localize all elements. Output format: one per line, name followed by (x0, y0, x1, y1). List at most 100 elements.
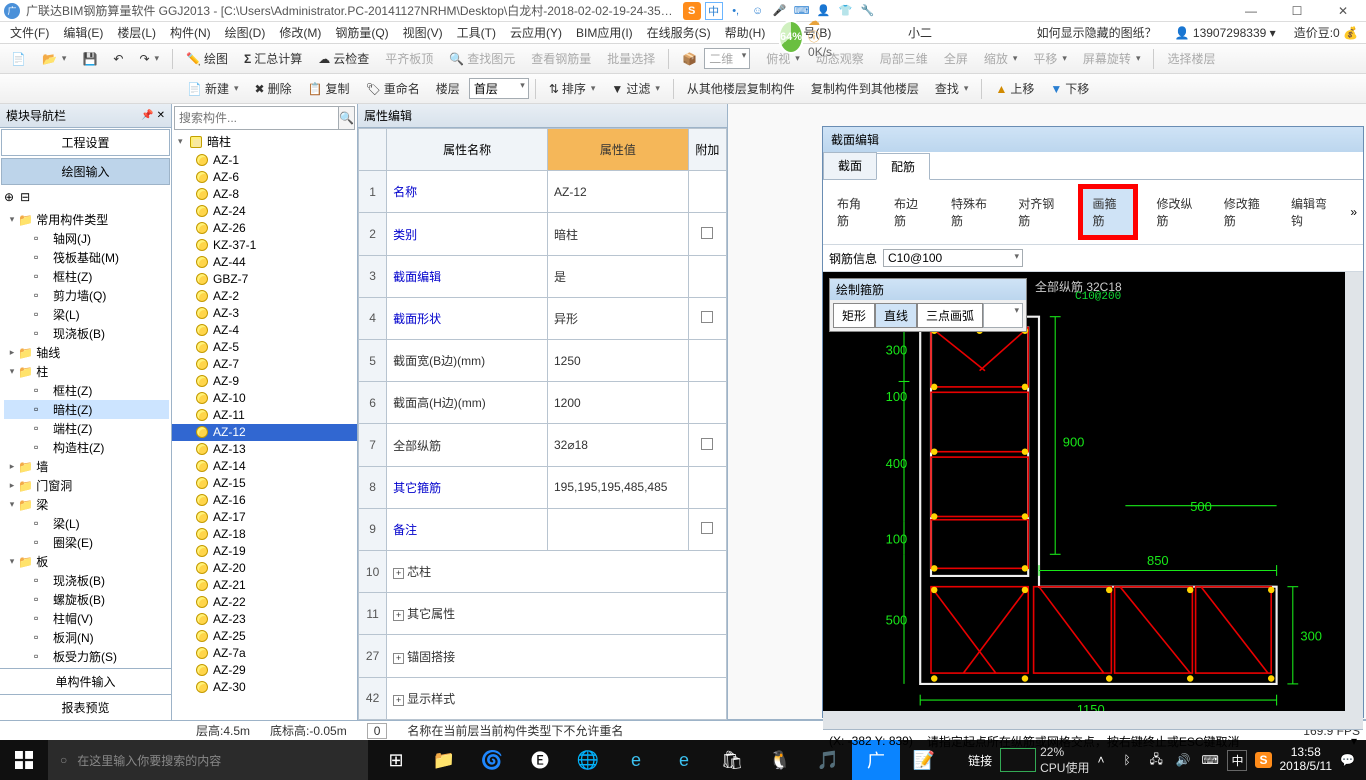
tree-item[interactable]: ▫板受力筋(S) (4, 647, 169, 666)
toolbar-more-icon[interactable]: » (1350, 205, 1357, 219)
tree-group[interactable]: ▸📁 墙 (4, 457, 169, 476)
app-explorer-icon[interactable]: 📁 (420, 740, 468, 780)
tree-item[interactable]: ▫梁(L) (4, 514, 169, 533)
app-spiral-icon[interactable]: 🌀 (468, 740, 516, 780)
canvas-scroll-v[interactable] (1345, 272, 1363, 729)
new-comp-button[interactable]: 📄新建 (180, 77, 246, 100)
clist-item[interactable]: GBZ-7 (172, 271, 357, 288)
menu-help[interactable]: 帮助(H) (719, 22, 772, 43)
hint-link[interactable]: 如何显示隐藏的图纸？ (1037, 24, 1157, 41)
menu-edit[interactable]: 编辑(E) (57, 22, 109, 43)
tool-corner[interactable]: 布角筋 (829, 192, 876, 232)
batch-select-button[interactable]: 批量选择 (600, 47, 662, 70)
local-3d-button[interactable]: 局部三维 (873, 47, 935, 70)
copy-from-other-button[interactable]: 从其他楼层复制构件 (680, 77, 802, 100)
tree-item[interactable]: ▫圈梁(E) (4, 533, 169, 552)
clist-item[interactable]: AZ-3 (172, 305, 357, 322)
clist-item[interactable]: AZ-25 (172, 628, 357, 645)
tray-net-icon[interactable]: 🖧 (1149, 750, 1167, 771)
draw-mode-arc[interactable]: 三点画弧 (917, 303, 983, 328)
tree-item[interactable]: ▫构造柱(Z) (4, 438, 169, 457)
component-list[interactable]: ▾暗柱AZ-1AZ-6AZ-8AZ-24AZ-26KZ-37-1AZ-44GBZ… (172, 132, 357, 720)
prop-row[interactable]: 9备注 (359, 508, 727, 550)
clist-item[interactable]: AZ-16 (172, 492, 357, 509)
prop-row[interactable]: 4截面形状异形 (359, 297, 727, 339)
clist-item[interactable]: AZ-2 (172, 288, 357, 305)
tray-link[interactable]: 链接 (968, 752, 992, 769)
clist-item[interactable]: AZ-5 (172, 339, 357, 356)
tree-item[interactable]: ▫现浇板(B) (4, 571, 169, 590)
rebar-info-combo[interactable]: C10@100 (883, 249, 1023, 267)
find-elem-button[interactable]: 🔍查找图元 (442, 47, 522, 70)
prop-group-row[interactable]: 27+锚固搭接 (359, 635, 727, 677)
draw-mode-line[interactable]: 直线 (875, 303, 917, 328)
menu-modify[interactable]: 修改(M) (273, 22, 327, 43)
user-phone[interactable]: 👤 13907298339 ▾ (1175, 26, 1276, 40)
tool-edit-hook[interactable]: 编辑弯钩 (1283, 192, 1340, 232)
cloud-check-button[interactable]: ☁ 云检查 (311, 47, 376, 70)
tray-up-icon[interactable]: ˄ (1097, 753, 1115, 767)
prop-group-row[interactable]: 10+芯柱 (359, 551, 727, 593)
clist-item[interactable]: AZ-10 (172, 390, 357, 407)
clist-item[interactable]: AZ-18 (172, 526, 357, 543)
view-rebar-qty-button[interactable]: 查看钢筋量 (524, 47, 598, 70)
tray-bt-icon[interactable]: ᛒ (1123, 753, 1141, 767)
tree-item[interactable]: ▫暗柱(Z) (4, 400, 169, 419)
minimize-button[interactable]: — (1228, 0, 1274, 22)
tree-item[interactable]: ▫柱帽(V) (4, 609, 169, 628)
screen-rotate-button[interactable]: 屏幕旋转 (1076, 47, 1148, 70)
nav-tool-2[interactable]: ⊟ (20, 190, 30, 204)
ime-cn-icon[interactable]: 中 (705, 2, 723, 20)
move-up-button[interactable]: ▲上移 (988, 77, 1041, 100)
clist-item[interactable]: AZ-22 (172, 594, 357, 611)
clist-item[interactable]: AZ-7a (172, 645, 357, 662)
tool-draw-stirrup[interactable]: 画箍筋 (1078, 184, 1139, 240)
clist-item[interactable]: AZ-26 (172, 220, 357, 237)
tree-item[interactable]: ▫端柱(Z) (4, 419, 169, 438)
nav-tree[interactable]: ▾📁 常用构件类型▫轴网(J)▫筏板基础(M)▫框柱(Z)▫剪力墙(Q)▫梁(L… (0, 208, 171, 668)
sum-button[interactable]: Σ 汇总计算 (237, 47, 309, 70)
tray-ime-s[interactable]: S (1255, 752, 1271, 768)
tab-project-settings[interactable]: 工程设置 (1, 129, 170, 156)
clist-item[interactable]: AZ-19 (172, 543, 357, 560)
tree-item[interactable]: ▫板洞(N) (4, 628, 169, 647)
del-comp-button[interactable]: ✖删除 (248, 77, 299, 100)
clist-item[interactable]: AZ-29 (172, 662, 357, 679)
pan-button[interactable]: 平移 (1026, 47, 1074, 70)
tool-align[interactable]: 对齐钢筋 (1010, 192, 1067, 232)
prop-row[interactable]: 2类别暗柱 (359, 213, 727, 255)
tab-section[interactable]: 截面 (823, 152, 877, 179)
section-dropdown-icon[interactable]: ▾ (1351, 734, 1357, 748)
clist-item[interactable]: AZ-20 (172, 560, 357, 577)
sort-button[interactable]: ⇅排序 (542, 77, 603, 100)
pin-icon[interactable]: 📌 ✕ (141, 110, 165, 121)
tree-group[interactable]: ▾📁 常用构件类型 (4, 210, 169, 229)
tray-ime-cn[interactable]: 中 (1227, 750, 1247, 771)
new-file-button[interactable]: 📄 (4, 49, 33, 69)
prop-row[interactable]: 1名称AZ-12 (359, 171, 727, 213)
tree-item[interactable]: ▫框柱(Z) (4, 267, 169, 286)
tree-group[interactable]: ▾📁 梁 (4, 495, 169, 514)
ime-tool-icon[interactable]: 🔧 (859, 2, 877, 20)
search-input[interactable] (174, 106, 339, 130)
tab-single-comp[interactable]: 单构件输入 (0, 668, 171, 694)
tree-item[interactable]: ▫轴网(J) (4, 229, 169, 248)
copy-to-other-button[interactable]: 复制构件到其他楼层 (804, 77, 926, 100)
clist-item[interactable]: AZ-30 (172, 679, 357, 696)
clist-item[interactable]: AZ-15 (172, 475, 357, 492)
move-down-button[interactable]: ▼下移 (1043, 77, 1096, 100)
menu-draw[interactable]: 绘图(D) (219, 22, 272, 43)
clist-item[interactable]: AZ-21 (172, 577, 357, 594)
menu-tools[interactable]: 工具(T) (451, 22, 502, 43)
sync-badge[interactable]: 64% ☁ ⓘ 0K/s (778, 14, 828, 59)
prop-row[interactable]: 6截面高(H边)(mm)1200 (359, 382, 727, 424)
clist-item[interactable]: AZ-4 (172, 322, 357, 339)
flat-top-button[interactable]: 平齐板顶 (378, 47, 440, 70)
tree-group[interactable]: ▸📁 轴线 (4, 343, 169, 362)
ime-s-icon[interactable]: S (683, 2, 701, 20)
clist-item[interactable]: AZ-44 (172, 254, 357, 271)
clist-item[interactable]: AZ-24 (172, 203, 357, 220)
section-canvas[interactable]: 绘制箍筋 矩形 直线 三点画弧 全部纵筋 32C18 C10@200 (823, 272, 1363, 729)
clist-item[interactable]: AZ-14 (172, 458, 357, 475)
prop-row[interactable]: 5截面宽(B边)(mm)1250 (359, 340, 727, 382)
